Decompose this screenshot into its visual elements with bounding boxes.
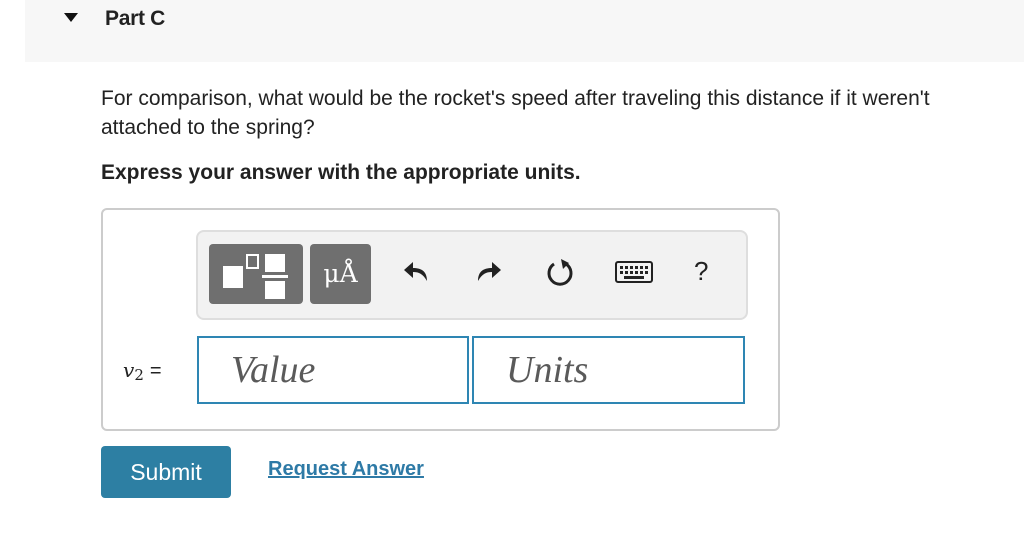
instruction-text: Express your answer with the appropriate… bbox=[101, 161, 581, 184]
variable-subscript: 2 bbox=[134, 366, 144, 384]
redo-arrow-icon bbox=[472, 257, 504, 292]
help-button[interactable]: ? bbox=[694, 256, 708, 287]
reset-icon bbox=[544, 256, 576, 293]
redo-button[interactable] bbox=[468, 252, 508, 296]
submit-button[interactable]: Submit bbox=[101, 446, 231, 498]
reset-button[interactable] bbox=[540, 252, 580, 296]
request-answer-link[interactable]: Request Answer bbox=[268, 458, 424, 481]
keyboard-button[interactable] bbox=[612, 252, 656, 296]
units-input[interactable] bbox=[472, 336, 745, 404]
undo-arrow-icon bbox=[401, 257, 433, 292]
equals-sign: = bbox=[149, 360, 162, 382]
units-button[interactable]: μÅ bbox=[310, 244, 371, 304]
undo-button[interactable] bbox=[397, 252, 437, 296]
variable-symbol: v bbox=[123, 358, 135, 382]
value-input[interactable] bbox=[197, 336, 469, 404]
question-text: For comparison, what would be the rocket… bbox=[101, 87, 930, 139]
keyboard-icon bbox=[615, 260, 653, 288]
collapse-caret-icon[interactable] bbox=[64, 13, 78, 22]
templates-button[interactable] bbox=[209, 244, 303, 304]
part-header bbox=[25, 0, 1024, 62]
units-button-label: μÅ bbox=[323, 259, 358, 288]
variable-label: v2 = bbox=[123, 358, 162, 384]
part-title: Part C bbox=[105, 7, 166, 30]
